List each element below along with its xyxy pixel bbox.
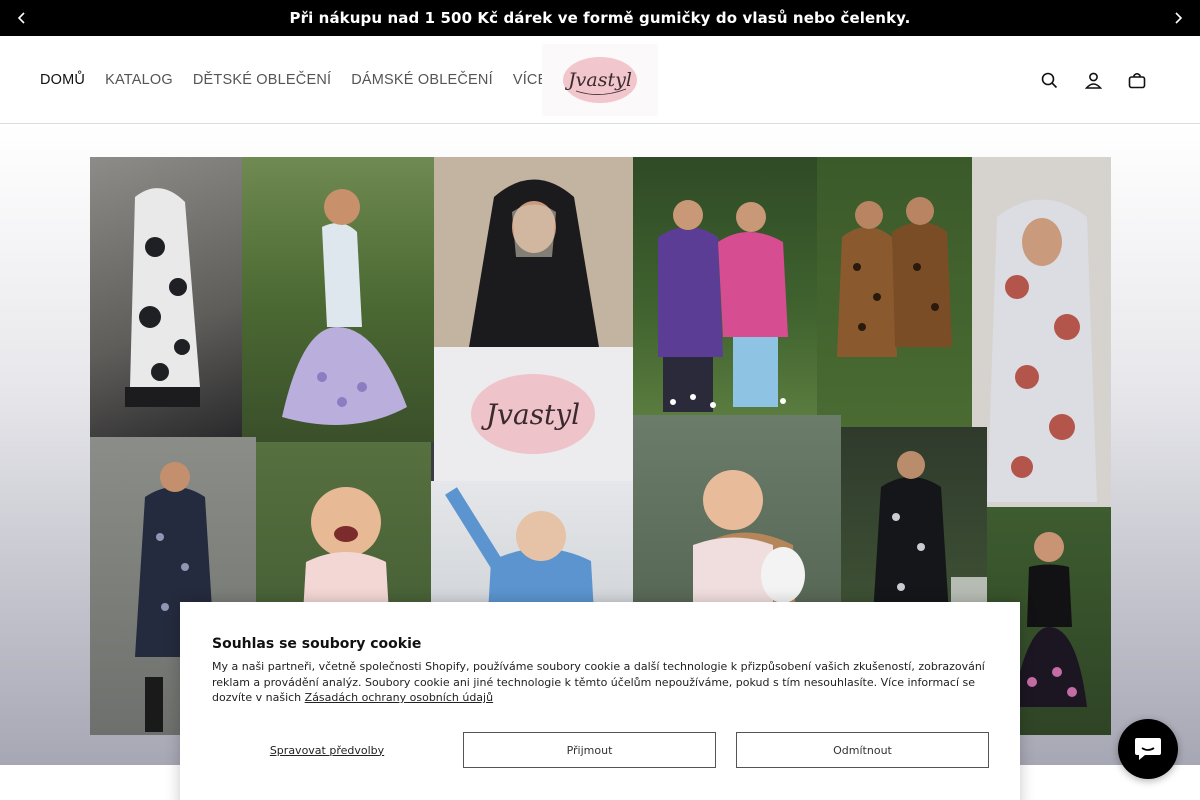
announcement-next-button[interactable] [1160, 0, 1196, 36]
decline-cookies-button[interactable]: Odmítnout [736, 732, 989, 768]
search-icon [1041, 72, 1057, 88]
nav-item-kids-clothing[interactable]: DĚTSKÉ OBLEČENÍ [193, 72, 331, 88]
chevron-right-icon [1175, 12, 1183, 24]
search-button[interactable] [1038, 69, 1060, 91]
chat-button[interactable] [1118, 719, 1178, 779]
chevron-left-icon [17, 12, 25, 24]
cart-icon [1128, 72, 1146, 88]
chat-bubble-icon [1135, 738, 1161, 760]
collage-logo-text: Jvastyl [481, 398, 580, 431]
accept-cookies-button[interactable]: Přijmout [463, 732, 716, 768]
main-nav: DOMŮ KATALOG DĚTSKÉ OBLEČENÍ DÁMSKÉ OBLE… [40, 36, 547, 124]
collage-photo-rose-hoodie [972, 157, 1111, 507]
collage-photo-floral-dress [90, 157, 242, 437]
nav-item-womens-clothing[interactable]: DÁMSKÉ OBLEČENÍ [351, 72, 493, 88]
collage-logo-tile: Jvastyl [434, 347, 633, 481]
site-logo[interactable]: Jvastyl [542, 44, 658, 116]
collage-photo-two-girls-hoodies [633, 157, 817, 415]
privacy-policy-link[interactable]: Zásadách ochrany osobních údajů [305, 691, 493, 704]
collage-photo-girl-skirt [242, 157, 434, 442]
account-icon [1084, 72, 1102, 89]
nav-item-home[interactable]: DOMŮ [40, 72, 85, 88]
announcement-bar: Při nákupu nad 1 500 Kč dárek ve formě g… [0, 0, 1200, 36]
account-button[interactable] [1082, 69, 1104, 91]
logo-graphic: Jvastyl [563, 57, 637, 103]
manage-preferences-link[interactable]: Spravovat předvolby [212, 732, 442, 768]
announcement-text: Při nákupu nad 1 500 Kč dárek ve formě g… [289, 9, 911, 27]
site-header: DOMŮ KATALOG DĚTSKÉ OBLEČENÍ DÁMSKÉ OBLE… [0, 36, 1200, 124]
cookie-title: Souhlas se soubory cookie [212, 636, 422, 652]
announcement-prev-button[interactable] [4, 0, 40, 36]
logo-text: Jvastyl [564, 69, 632, 91]
collage-photo-leopard-dresses [817, 157, 972, 427]
cookie-consent-banner: Souhlas se soubory cookie My a naši part… [180, 602, 1020, 800]
collage-photo-black-hoodie [434, 157, 633, 347]
header-icons [1038, 36, 1148, 124]
cart-button[interactable] [1126, 69, 1148, 91]
cookie-body: My a naši partneři, včetně společnosti S… [212, 659, 992, 706]
nav-item-catalog[interactable]: KATALOG [105, 72, 173, 88]
